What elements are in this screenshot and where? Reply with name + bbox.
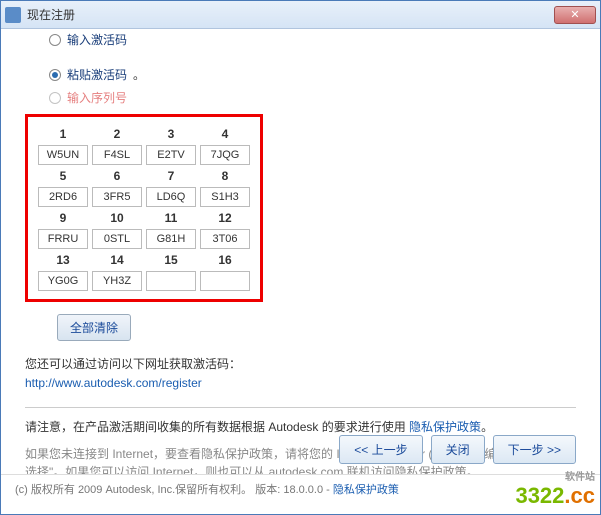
footer: (c) 版权所有 2009 Autodesk, Inc.保留所有权利。 版本: …	[1, 474, 600, 514]
col-header: 13	[38, 251, 88, 269]
code-cell[interactable]	[146, 271, 196, 291]
code-cell[interactable]	[200, 271, 250, 291]
code-cell[interactable]: W5UN	[38, 145, 88, 165]
privacy-policy-link[interactable]: 隐私保护政策	[409, 420, 481, 434]
code-cell[interactable]: F4SL	[92, 145, 142, 165]
code-cell[interactable]: 3T06	[200, 229, 250, 249]
radio-label: 输入激活码	[67, 31, 127, 48]
col-header: 10	[92, 209, 142, 227]
radio-icon	[49, 69, 61, 81]
activation-code-grid-highlight: 1 2 3 4 W5UN F4SL E2TV 7JQG 5 6 7 8 2RD6…	[25, 114, 263, 302]
note-suffix: 。	[481, 420, 493, 434]
radio-option-paste-code[interactable]: 粘贴激活码 。	[49, 66, 576, 83]
app-icon	[5, 7, 21, 23]
code-cell[interactable]: 7JQG	[200, 145, 250, 165]
code-cell[interactable]: YH3Z	[92, 271, 142, 291]
code-cell[interactable]: FRRU	[38, 229, 88, 249]
col-header: 5	[38, 167, 88, 185]
col-header: 15	[146, 251, 196, 269]
col-header: 14	[92, 251, 142, 269]
code-cell[interactable]: 2RD6	[38, 187, 88, 207]
code-cell[interactable]: G81H	[146, 229, 196, 249]
info-block: 您还可以通过访问以下网址获取激活码： http://www.autodesk.c…	[25, 355, 576, 393]
clear-all-button[interactable]: 全部清除	[57, 314, 131, 341]
nav-button-row: << 上一步 关闭 下一步 >>	[339, 435, 576, 464]
radio-label: 输入序列号	[67, 89, 127, 106]
prev-button[interactable]: << 上一步	[339, 435, 422, 464]
window-title: 现在注册	[27, 6, 75, 23]
info-line: 您还可以通过访问以下网址获取激活码：	[25, 355, 576, 374]
col-header: 2	[92, 125, 142, 143]
radio-icon	[49, 92, 61, 104]
content-area: 输入激活码 粘贴激活码 。 输入序列号 1 2 3 4 W5UN F4SL E2…	[1, 29, 600, 474]
period-text: 。	[133, 66, 145, 83]
col-header: 8	[200, 167, 250, 185]
col-header: 7	[146, 167, 196, 185]
code-cell[interactable]: 0STL	[92, 229, 142, 249]
col-header: 6	[92, 167, 142, 185]
code-cell[interactable]: E2TV	[146, 145, 196, 165]
privacy-note: 请注意，在产品激活期间收集的所有数据根据 Autodesk 的要求进行使用 隐私…	[25, 418, 576, 435]
separator	[25, 407, 576, 408]
radio-icon	[49, 34, 61, 46]
titlebar: 现在注册 ✕	[1, 1, 600, 29]
col-header: 12	[200, 209, 250, 227]
titlebar-left: 现在注册	[5, 6, 75, 23]
code-cell[interactable]: 3FR5	[92, 187, 142, 207]
code-cell[interactable]: S1H3	[200, 187, 250, 207]
close-button[interactable]: 关闭	[431, 435, 485, 464]
next-button[interactable]: 下一步 >>	[493, 435, 576, 464]
col-header: 4	[200, 125, 250, 143]
close-icon[interactable]: ✕	[554, 6, 596, 24]
activation-grid: 1 2 3 4 W5UN F4SL E2TV 7JQG 5 6 7 8 2RD6…	[38, 125, 250, 291]
radio-label: 粘贴激活码	[67, 66, 127, 83]
footer-privacy-link[interactable]: 隐私保护政策	[333, 484, 399, 496]
col-header: 11	[146, 209, 196, 227]
code-cell[interactable]: LD6Q	[146, 187, 196, 207]
note-prefix: 请注意，在产品激活期间收集的所有数据根据 Autodesk 的要求进行使用	[25, 420, 409, 434]
col-header: 3	[146, 125, 196, 143]
radio-option-serial[interactable]: 输入序列号	[49, 89, 576, 106]
radio-option-enter-code[interactable]: 输入激活码	[49, 31, 576, 48]
app-window: 现在注册 ✕ 输入激活码 粘贴激活码 。 输入序列号 1 2 3 4 W5UN …	[0, 0, 601, 515]
register-link[interactable]: http://www.autodesk.com/register	[25, 376, 202, 390]
code-cell[interactable]: YG0G	[38, 271, 88, 291]
col-header: 16	[200, 251, 250, 269]
copyright-text: (c) 版权所有 2009 Autodesk, Inc.保留所有权利。 版本: …	[15, 484, 333, 496]
col-header: 9	[38, 209, 88, 227]
col-header: 1	[38, 125, 88, 143]
